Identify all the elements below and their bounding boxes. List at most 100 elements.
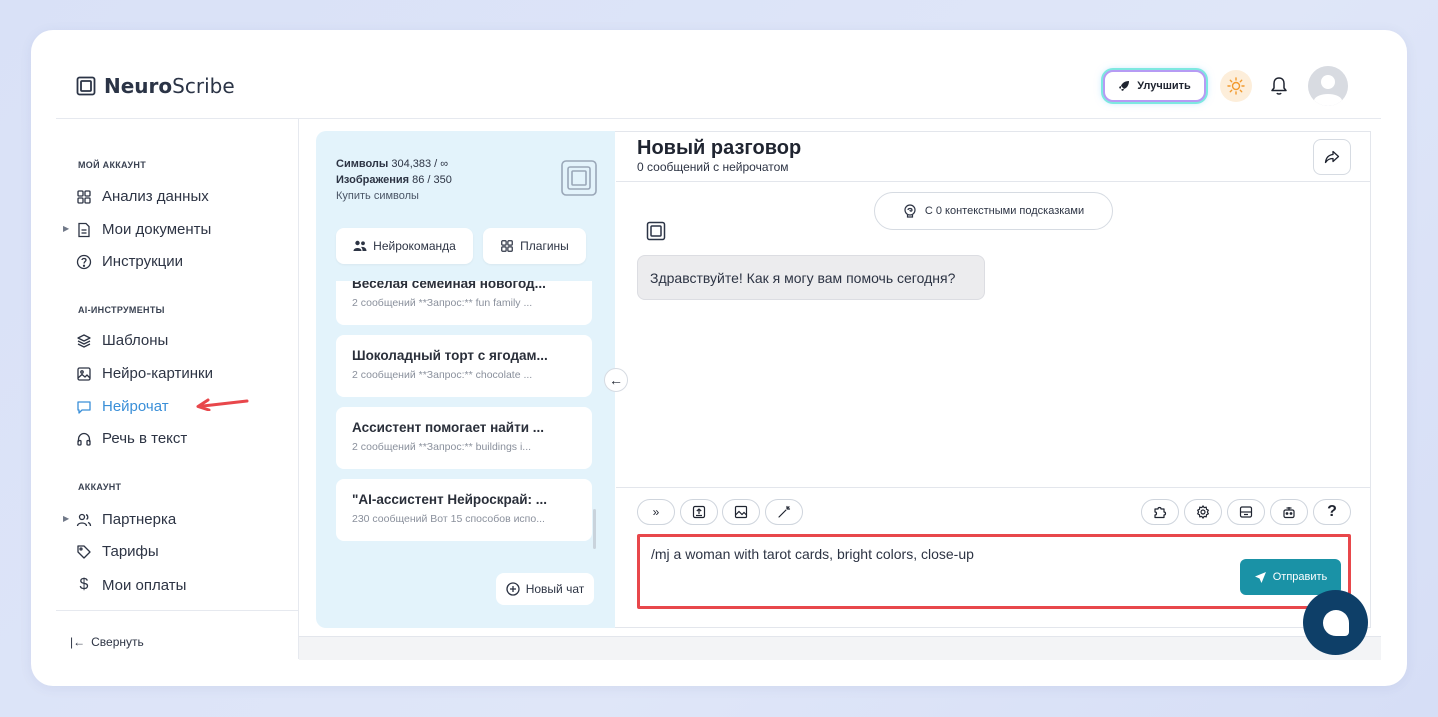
logo-text-bold: Neuro [104,74,173,98]
upload-button[interactable] [680,499,718,525]
chat-subtitle: 0 сообщений с нейрочатом [637,160,789,174]
sidebar-item-label: Мои оплаты [102,576,187,594]
help-button[interactable]: ? [1313,499,1351,525]
robot-icon [1283,507,1295,519]
images-value: 86 / 350 [412,174,452,186]
sidebar-item-label: Речь в текст [102,430,188,447]
sidebar-item-neurochat[interactable]: Нейрочат [76,398,169,415]
collapse-chat-list-button[interactable]: ← [604,368,628,392]
sidebar-item-label: Мои документы [102,221,212,238]
chat-header-divider [616,181,1371,182]
message-input-value[interactable]: /mj a woman with tarot cards, bright col… [651,546,974,562]
sidebar-item-label: Шаблоны [102,332,169,349]
support-chat-button[interactable] [1303,590,1368,655]
share-button[interactable] [1313,139,1351,175]
chat-list-panel: Символы 304,383 / ∞ Изображения 86 / 350… [316,131,615,628]
avatar[interactable] [1308,66,1348,106]
images-label: Изображения [336,174,410,186]
neuro-team-button[interactable]: Нейрокоманда [336,228,473,264]
sidebar-item-templates[interactable]: Шаблоны [76,332,168,349]
assistant-message: Здравствуйте! Как я могу вам помочь сего… [637,255,985,300]
sidebar-item-label: Нейрочат [102,398,169,415]
plus-circle-icon [506,582,520,596]
list-item[interactable]: "AI-ассистент Нейроскрай: ... 230 сообще… [336,479,592,541]
image-button[interactable] [722,499,760,525]
chat-meta: 2 сообщений **Запрос:** chocolate ... [352,369,533,381]
logo-icon [561,160,597,196]
user-icon [1308,66,1348,106]
send-button[interactable]: Отправить [1240,559,1341,595]
image-icon [734,505,748,519]
logo-icon [76,76,96,96]
neuro-team-label: Нейрокоманда [373,239,456,253]
bell-icon[interactable] [1268,75,1290,97]
sidebar-item-label: Анализ данных [102,188,209,205]
plugins-button[interactable]: Плагины [483,228,586,264]
expand-button[interactable]: » [637,499,675,525]
list-item[interactable]: Шоколадный торт с ягодам... 2 сообщений … [336,335,592,397]
list-item[interactable]: Веселая семейная новогод... 2 сообщений … [336,281,592,325]
layers-icon [77,333,91,348]
sidebar-item-neuro-images[interactable]: Нейро-картинки [76,365,213,382]
context-hints-button[interactable]: С 0 контекстными подсказками [874,192,1113,230]
logo-text-rest: Scribe [172,74,235,98]
sun-icon [1227,77,1245,95]
sidebar-item-label: Нейро-картинки [102,365,213,382]
sidebar-item-label: Тарифы [102,543,159,560]
sidebar-item-payments[interactable]: $ Мои оплаты [76,576,187,594]
collapse-sidebar-button[interactable]: |← Свернуть [70,635,144,649]
assistant-message-text: Здравствуйте! Как я могу вам помочь сего… [650,269,956,286]
bot-button[interactable] [1270,499,1308,525]
chat-history-list: Веселая семейная новогод... 2 сообщений … [336,281,592,551]
puzzle-icon [1154,506,1167,519]
help-circle-icon [76,254,92,269]
magic-wand-icon [778,505,791,518]
assistant-logo-icon [646,221,666,241]
caret-right-icon[interactable]: ▶ [63,224,69,233]
footer-strip [299,636,1381,660]
question-mark-icon: ? [1327,503,1337,520]
caret-right-icon[interactable]: ▶ [63,514,69,523]
users-icon [76,513,92,526]
chevrons-down-icon: » [652,505,660,519]
sidebar-item-instructions[interactable]: Инструкции [76,253,183,270]
brain-icon [904,204,916,218]
symbols-value: 304,383 / ∞ [391,158,449,170]
chat-meta: 2 сообщений **Запрос:** fun family ... [352,297,533,309]
new-chat-button[interactable]: Новый чат [496,573,594,605]
logo[interactable]: NeuroScribe [76,74,235,98]
symbols-label: Символы [336,158,389,170]
buy-symbols-link[interactable]: Купить символы [336,188,452,204]
magic-wand-button[interactable] [765,499,803,525]
screenshot-button[interactable] [1227,499,1265,525]
red-arrow-annotation-icon [196,398,249,411]
theme-toggle[interactable] [1220,70,1252,102]
send-label: Отправить [1272,571,1328,583]
dollar-icon: $ [79,576,89,593]
sidebar-item-speech-to-text[interactable]: Речь в текст [76,430,187,447]
collapse-left-icon: |← [70,635,86,649]
sidebar-item-label: Партнерка [102,511,177,528]
sidebar-item-partners[interactable]: ▶ Партнерка [63,511,177,528]
sidebar-divider [56,610,299,611]
section-ai-tools: AI-ИНСТРУМЕНТЫ [78,305,165,315]
sidebar-item-documents[interactable]: ▶ Мои документы [63,221,212,238]
sidebar-item-tariffs[interactable]: Тарифы [76,543,159,560]
upgrade-button[interactable]: Улучшить [1103,70,1206,102]
upload-icon [692,505,706,519]
chat-list-scrollbar[interactable] [593,509,596,549]
plugin-button[interactable] [1141,499,1179,525]
upgrade-label: Улучшить [1137,80,1191,92]
rocket-icon [1119,81,1130,91]
list-item[interactable]: Ассистент помогает найти ... 2 сообщений… [336,407,592,469]
chat-title: Шоколадный торт с ягодам... [352,348,548,363]
section-my-account: МОЙ АККАУНТ [78,160,147,170]
grid-icon [77,189,91,204]
sidebar-item-data-analysis[interactable]: Анализ данных [76,188,209,205]
sidebar: МОЙ АККАУНТ Анализ данных ▶ Мои документ… [56,119,299,659]
collapse-label: Свернуть [91,635,144,649]
settings-button[interactable] [1184,499,1222,525]
chat-meta: 230 сообщений Вот 15 способов испо... [352,513,545,525]
document-icon [78,222,90,237]
plugins-label: Плагины [520,239,569,253]
